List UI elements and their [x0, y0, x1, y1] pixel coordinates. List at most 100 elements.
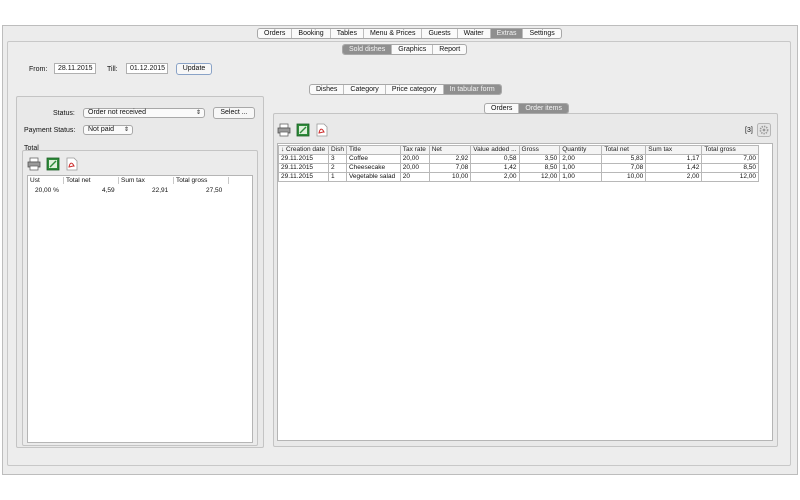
table-cell: Cheesecake	[345, 163, 401, 173]
order-items-table-area	[277, 143, 773, 441]
table-cell: 2	[327, 163, 347, 173]
table-cell: 7,08	[428, 163, 472, 173]
pdf-export-icon[interactable]	[65, 157, 79, 171]
table-cell: 1	[327, 172, 347, 182]
orders-tab-bar: Orders Order items	[484, 103, 569, 114]
payment-status-label: Payment Status:	[24, 127, 76, 134]
updown-arrow-icon: ⇕	[195, 110, 201, 116]
table-cell: 10,00	[428, 172, 472, 182]
column-header[interactable]: Tax rate	[399, 145, 430, 155]
table-cell: 0,58	[470, 154, 520, 164]
summary-header-ust: Ust	[28, 177, 64, 184]
tab-tables[interactable]: Tables	[331, 29, 364, 38]
subtab-report[interactable]: Report	[433, 45, 466, 54]
table-cell: 10,00	[601, 172, 647, 182]
summary-header-sum-tax: Sum tax	[119, 177, 174, 184]
update-button[interactable]: Update	[176, 63, 212, 75]
column-header[interactable]: Total net	[601, 145, 647, 155]
table-cell: 1,00	[559, 163, 603, 173]
table-cell: 7,00	[701, 154, 759, 164]
table-cell: 2,92	[428, 154, 472, 164]
summary-total-gross-value: 27,50	[206, 187, 223, 194]
table-cell: 8,50	[518, 163, 561, 173]
summary-sum-tax-value: 22,91	[152, 187, 169, 194]
gear-icon[interactable]	[757, 123, 771, 137]
column-header[interactable]: Quantity	[559, 145, 603, 155]
column-header[interactable]: Value added ...	[470, 145, 520, 155]
tab-settings[interactable]: Settings	[523, 29, 560, 38]
view-tab-bar: Dishes Category Price category In tabular f…	[309, 84, 502, 95]
status-value: Order not received	[88, 109, 146, 116]
table-cell: 3	[327, 154, 347, 164]
table-cell: 1,17	[645, 154, 703, 164]
table-row[interactable]: 29.11.2015 3 Coffee 20,00 2,92 0,58 3,50 2,00 5,…	[278, 154, 759, 164]
summary-header-total-gross: Total gross	[174, 177, 229, 184]
subtab-sold-dishes[interactable]: Sold dishes	[343, 45, 393, 54]
column-header[interactable]: Title	[345, 145, 401, 155]
till-date-field[interactable]: 01.12.2015	[126, 63, 168, 74]
table-cell: 20,00	[399, 154, 430, 164]
updown-arrow-icon: ⇕	[123, 127, 129, 133]
table-cell: 12,00	[518, 172, 561, 182]
main-tab-bar: Orders Booking Tables Menu & Prices Guests Wa…	[257, 28, 562, 39]
status-select[interactable]: Order not received ⇕	[83, 108, 205, 118]
viewtab-dishes[interactable]: Dishes	[310, 85, 345, 94]
summary-ust-value: 20,00 %	[35, 187, 59, 194]
table-cell: 29.11.2015	[278, 163, 329, 173]
column-header[interactable]: ↓ Creation date	[278, 145, 329, 155]
column-header[interactable]: Total gross	[701, 145, 759, 155]
table-cell: 20,00	[399, 163, 430, 173]
excel-export-icon[interactable]	[46, 157, 60, 171]
from-date-field[interactable]: 28.11.2015	[54, 63, 96, 74]
select-button[interactable]: Select ...	[213, 107, 255, 119]
tab-waiter[interactable]: Waiter	[458, 29, 491, 38]
table-cell: 29.11.2015	[278, 172, 329, 182]
table-cell: 1,42	[470, 163, 520, 173]
till-label: Till:	[107, 66, 118, 73]
column-header[interactable]: Sum tax	[645, 145, 703, 155]
table-cell: Coffee	[345, 154, 401, 164]
table-header-row: ↓ Creation date Dish Title Tax rate Net Value…	[278, 145, 759, 155]
table-cell: 12,00	[701, 172, 759, 182]
row-count: [3]	[745, 127, 753, 134]
status-label: Status:	[53, 110, 75, 117]
table-cell: 20	[399, 172, 430, 182]
table-cell: 3,50	[518, 154, 561, 164]
table-cell: Vegetable salad	[345, 172, 401, 182]
tab-booking[interactable]: Booking	[292, 29, 331, 38]
table-cell: 2,00	[645, 172, 703, 182]
viewtab-in-tabular-form[interactable]: In tabular form	[443, 85, 501, 94]
table-cell: 7,08	[601, 163, 647, 173]
tab-orders[interactable]: Orders	[258, 29, 293, 38]
column-header[interactable]: Net	[428, 145, 472, 155]
summary-table	[27, 175, 253, 443]
table-cell: 8,50	[701, 163, 759, 173]
payment-status-value: Not paid	[88, 126, 115, 133]
summary-total-net-value: 4,59	[102, 187, 115, 194]
subtab-graphics[interactable]: Graphics	[392, 45, 434, 54]
print-icon[interactable]	[27, 157, 41, 171]
table-cell: 1,00	[559, 172, 603, 182]
tab-extras[interactable]: Extras	[490, 29, 524, 38]
orders-tab-order-items[interactable]: Order items	[519, 104, 568, 113]
payment-status-select[interactable]: Not paid ⇕	[83, 125, 133, 135]
summary-table-content: Ust Total net Sum tax Total gross 20,00 …	[28, 177, 252, 197]
table-row[interactable]: 29.11.2015 1 Vegetable salad 20 10,00 2,00 12,…	[278, 172, 759, 182]
viewtab-category[interactable]: Category	[344, 85, 386, 94]
sub-tab-bar: Sold dishes Graphics Report	[342, 44, 468, 55]
tab-guests[interactable]: Guests	[422, 29, 458, 38]
pdf-export-icon[interactable]	[315, 123, 329, 137]
summary-header-total-net: Total net	[64, 177, 119, 184]
table-cell: 2,00	[470, 172, 520, 182]
viewtab-price-category[interactable]: Price category	[386, 85, 444, 94]
table-cell: 1,42	[645, 163, 703, 173]
excel-export-icon[interactable]	[296, 123, 310, 137]
tab-menu-prices[interactable]: Menu & Prices	[364, 29, 423, 38]
orders-tab-orders[interactable]: Orders	[485, 104, 520, 113]
print-icon[interactable]	[277, 123, 291, 137]
table-row[interactable]: 29.11.2015 2 Cheesecake 20,00 7,08 1,42 8,50 1,…	[278, 163, 759, 173]
table-cell: 29.11.2015	[278, 154, 329, 164]
column-header[interactable]: Dish	[327, 145, 347, 155]
column-header[interactable]: Gross	[518, 145, 561, 155]
order-items-table: ↓ Creation date Dish Title Tax rate Net Value…	[278, 145, 759, 182]
